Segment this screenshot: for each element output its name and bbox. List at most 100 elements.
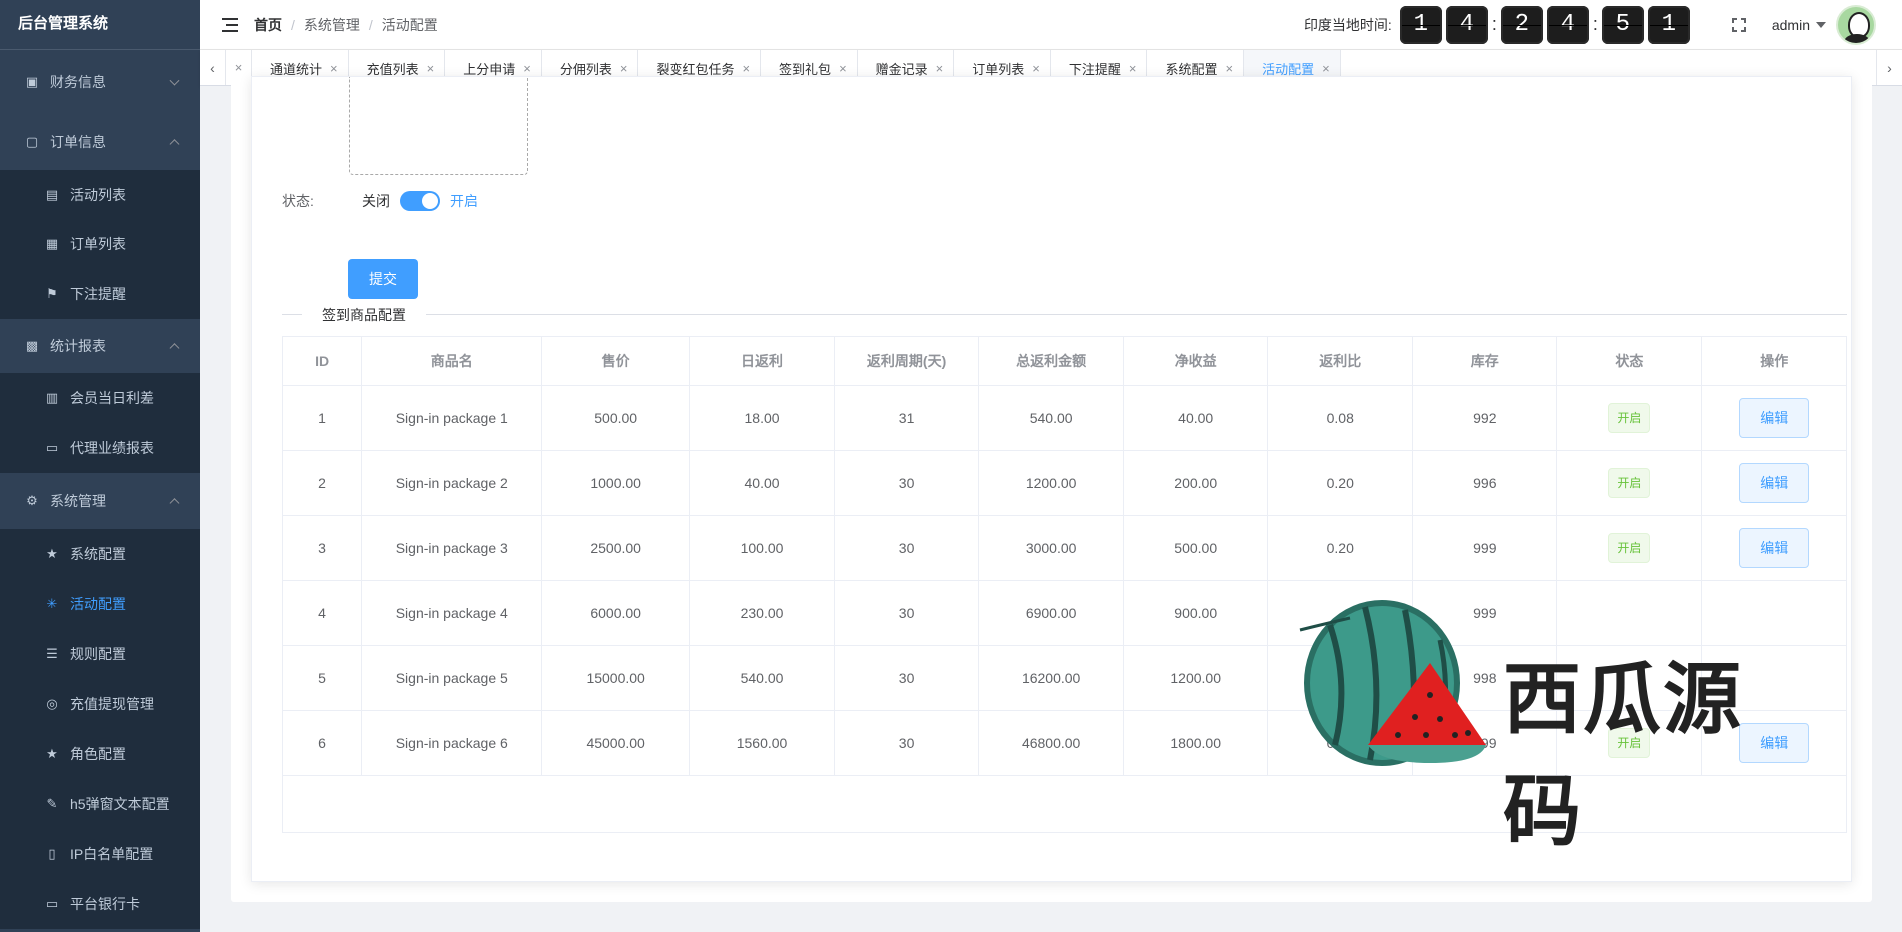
flag-icon: ⚑	[46, 286, 58, 301]
table-cell-name: Sign-in package 5	[361, 645, 543, 711]
sidebar-item[interactable]: ▩ 统计报表	[0, 319, 200, 373]
user-name[interactable]: admin	[1772, 17, 1810, 33]
table-header-cell: 状态	[1556, 337, 1703, 386]
table-cell-id: 2	[283, 450, 363, 516]
table-cell-cycle: 30	[834, 710, 980, 776]
tag-close-icon[interactable]: ×	[1032, 61, 1040, 76]
table-cell-name: Sign-in package 6	[361, 710, 543, 776]
breadcrumb-separator: /	[291, 16, 295, 33]
tag-close-icon[interactable]: ×	[1322, 61, 1330, 76]
sidebar-item[interactable]: ✳ 活动配置	[0, 579, 200, 629]
status-label: 状态:	[282, 193, 314, 209]
status-badge: 开启	[1608, 727, 1651, 758]
table-header-cell: ID	[283, 337, 363, 386]
table-header-cell: 日返利	[689, 337, 836, 386]
table-cell-action	[1701, 580, 1846, 646]
page-card: 状态: 关闭 开启 提交 签到商品配置 ID 商品名 售价 日返利 返利周期(天) 总返利…	[231, 76, 1872, 902]
sidebar-item[interactable]: ◎ 充值提现管理	[0, 679, 200, 729]
sidebar-item-label: 系统配置	[70, 546, 126, 562]
sidebar-item-label: 充值提现管理	[70, 696, 154, 712]
chevron-up-icon	[169, 139, 180, 150]
sidebar-item-label: 角色配置	[70, 746, 126, 762]
table-cell-daily: 40.00	[689, 450, 836, 516]
sidebar-item[interactable]: ▥ 会员当日利差	[0, 373, 200, 423]
submit-button[interactable]: 提交	[348, 259, 418, 299]
table-cell-cycle: 30	[834, 515, 980, 581]
table-cell-status	[1556, 580, 1703, 646]
header-right: 印度当地时间: 1 4 : 2 4 : 5 1 admin	[1304, 0, 1902, 50]
chart-icon: ▩	[25, 338, 39, 353]
sidebar-item[interactable]: ★ 角色配置	[0, 729, 200, 779]
table-cell-ratio	[1267, 645, 1414, 711]
sidebar-item[interactable]: ⚑ 下注提醒	[0, 269, 200, 319]
tag-close-icon[interactable]: ×	[742, 61, 750, 76]
caret-down-icon[interactable]	[1816, 21, 1826, 28]
sidebar-item[interactable]: ☰ 规则配置	[0, 629, 200, 679]
edit-button[interactable]: 编辑	[1739, 397, 1810, 438]
table-cell-ratio: 0.20	[1267, 450, 1414, 516]
tag-close-icon[interactable]: ×	[523, 61, 531, 76]
sidebar-item[interactable]: ▢ 订单信息	[0, 114, 200, 170]
tag-label: 分佣列表	[559, 61, 612, 77]
lock-icon: ▢	[25, 134, 39, 149]
tag-close-icon[interactable]: ×	[839, 61, 847, 76]
sidebar-item-label: 订单列表	[70, 236, 126, 252]
table-cell-total: 540.00	[978, 385, 1125, 451]
avatar[interactable]	[1836, 4, 1876, 45]
tag-close-icon[interactable]: ×	[1226, 61, 1234, 76]
chevron-up-icon	[169, 498, 180, 509]
tag-close-icon[interactable]: ×	[936, 61, 944, 76]
sidebar-item-label: 活动配置	[70, 596, 126, 612]
breadcrumb-system: 系统管理	[303, 16, 360, 33]
table-header-cell: 售价	[541, 337, 690, 386]
clock-digit: 2	[1500, 5, 1543, 44]
sidebar-item-label: IP白名单配置	[70, 846, 154, 862]
tag-close-icon[interactable]: ×	[620, 61, 628, 76]
sidebar-item[interactable]: ▣ 财务信息	[0, 50, 200, 114]
breadcrumb-current: 活动配置	[381, 16, 438, 33]
tag-close-icon[interactable]: ×	[330, 61, 338, 76]
table-cell-id: 6	[283, 710, 363, 776]
sidebar-item[interactable]: ⚙ 系统管理	[0, 473, 200, 529]
table-cell-net: 1200.00	[1123, 645, 1269, 711]
table-header-cell: 总返利金额	[978, 337, 1125, 386]
table-row: 2 Sign-in package 2 1000.00 40.00 30 1200.00 2…	[283, 450, 1846, 516]
top-header: 首页 / 系统管理 / 活动配置 印度当地时间: 1 4 : 2 4 : 5 1…	[200, 0, 1902, 50]
tag-label: 上分申请	[463, 61, 516, 77]
breadcrumb-separator: /	[368, 16, 373, 33]
edit-button[interactable]: 编辑	[1739, 722, 1810, 763]
fullscreen-icon[interactable]	[1731, 17, 1746, 32]
tag-close-icon[interactable]: ×	[427, 61, 435, 76]
table-cell-daily: 18.00	[689, 385, 836, 451]
sidebar-item[interactable]: ▯ IP白名单配置	[0, 829, 200, 879]
status-switch[interactable]	[400, 191, 440, 211]
breadcrumb-home[interactable]: 首页	[254, 15, 282, 35]
table-cell-name: Sign-in package 3	[361, 515, 543, 581]
table-cell-net: 40.00	[1123, 385, 1269, 451]
tags-scroll-left-icon[interactable]: ‹	[200, 50, 226, 85]
sidebar-item[interactable]: ★ 系统配置	[0, 529, 200, 579]
table-cell-name: Sign-in package 1	[361, 385, 543, 451]
table-cell-cycle: 30	[834, 450, 980, 516]
table-cell-ratio: 0.20	[1267, 515, 1414, 581]
image-upload-area[interactable]	[349, 77, 528, 175]
tag-label: 下注提醒	[1068, 61, 1121, 77]
main-content: 状态: 关闭 开启 提交 签到商品配置 ID 商品名 售价 日返利 返利周期(天) 总返利…	[200, 76, 1902, 932]
sidebar-item[interactable]: ▭ 代理业绩报表	[0, 423, 200, 473]
database-icon: ◎	[46, 696, 58, 711]
sidebar-item[interactable]: ▭ 平台银行卡	[0, 879, 200, 929]
edit-button[interactable]: 编辑	[1739, 527, 1810, 568]
chevron-up-icon	[169, 343, 180, 354]
hamburger-icon[interactable]	[222, 17, 238, 32]
tag-close-icon[interactable]: ×	[1129, 61, 1137, 76]
table-cell-action: 编辑	[1701, 385, 1846, 451]
tags-scroll-right-icon[interactable]: ›	[1876, 50, 1902, 85]
clock-digit: 4	[1445, 5, 1488, 44]
table-body: 1 Sign-in package 1 500.00 18.00 31 540.00 40.…	[283, 385, 1846, 776]
sidebar-item[interactable]: ▤ 活动列表	[0, 170, 200, 219]
sidebar-item[interactable]: ✎ h5弹窗文本配置	[0, 779, 200, 829]
sidebar-item[interactable]: ▦ 订单列表	[0, 219, 200, 269]
edit-button[interactable]: 编辑	[1739, 462, 1810, 503]
table-cell-net: 1800.00	[1123, 710, 1269, 776]
table-cell-ratio	[1267, 580, 1414, 646]
